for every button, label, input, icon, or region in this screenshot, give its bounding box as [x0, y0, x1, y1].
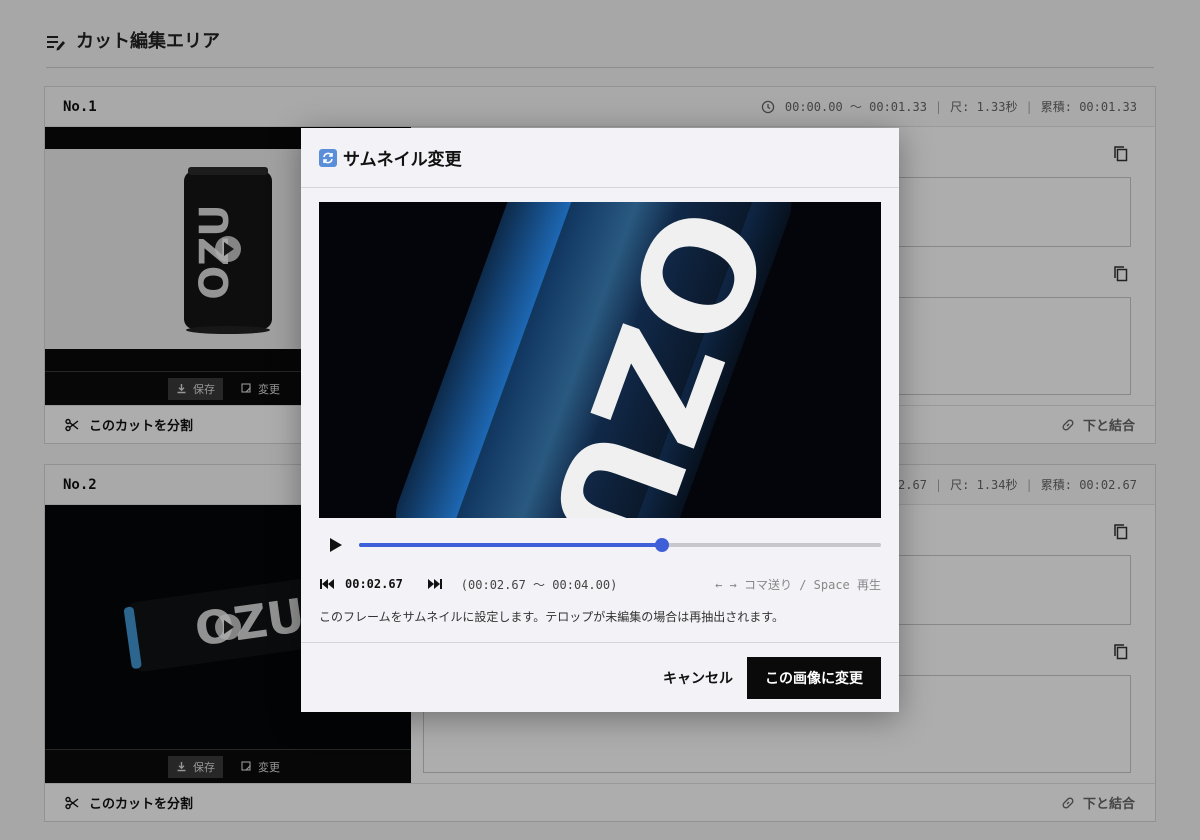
skip-back-icon[interactable] — [319, 578, 335, 590]
skip-forward-icon[interactable] — [427, 578, 443, 590]
dialog-title: サムネイル変更 — [343, 150, 462, 170]
video-preview[interactable]: OZU — [319, 202, 881, 518]
cancel-button[interactable]: キャンセル — [663, 658, 733, 698]
dialog-header: サムネイル変更 — [301, 128, 899, 188]
dialog-footer: キャンセル この画像に変更 — [301, 642, 899, 712]
keyboard-hint: ← → コマ送り / Space 再生 — [715, 577, 881, 592]
cut-range: (00:02.67 〜 00:04.00) — [460, 577, 618, 592]
current-time: 00:02.67 — [345, 577, 403, 591]
seek-bar[interactable] — [359, 538, 881, 552]
video-player-controls — [319, 532, 881, 558]
seek-handle[interactable] — [654, 538, 669, 552]
thumbnail-change-dialog: サムネイル変更 OZU 00:02.67 (00:02.67 〜 00:04.0… — [301, 128, 899, 712]
time-controls: 00:02.67 (00:02.67 〜 00:04.00) ← → コマ送り … — [319, 574, 881, 594]
seek-bar-fill — [359, 543, 662, 547]
play-button[interactable] — [319, 532, 349, 558]
confirm-change-button[interactable]: この画像に変更 — [747, 656, 881, 699]
dialog-description: このフレームをサムネイルに設定します。テロップが未編集の場合は再抽出されます。 — [319, 610, 785, 624]
refresh-icon — [319, 148, 337, 167]
play-icon — [330, 538, 342, 552]
